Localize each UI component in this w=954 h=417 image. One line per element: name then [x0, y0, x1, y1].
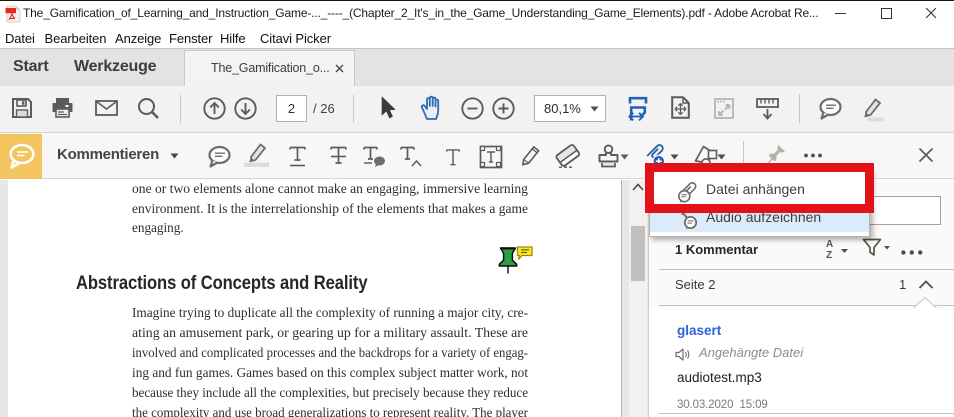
svg-text:Z: Z [826, 250, 832, 259]
svg-text:A: A [826, 239, 833, 250]
